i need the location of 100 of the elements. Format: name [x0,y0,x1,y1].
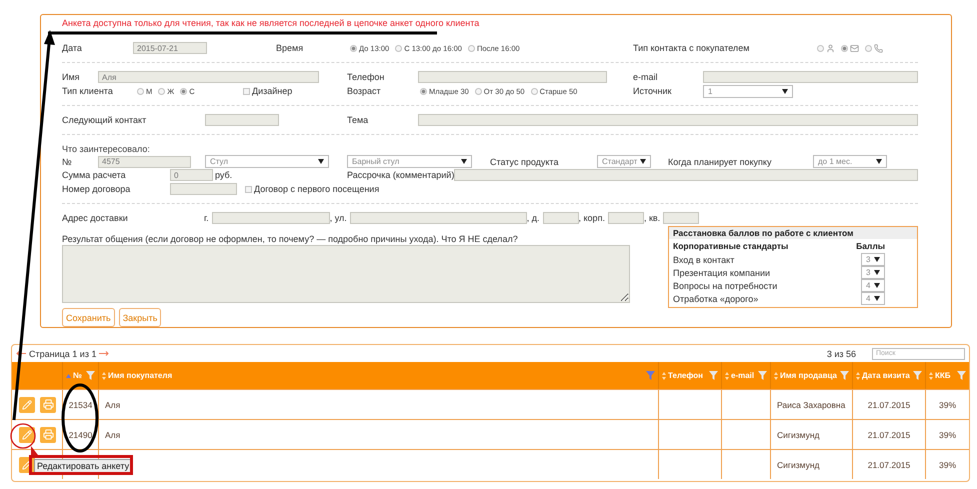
table-cell: 21.07.2015 [852,389,925,419]
text-field[interactable] [703,71,918,83]
person-icon [826,44,835,52]
radio-button[interactable] [158,88,166,94]
table-cell: Аля [98,389,658,419]
radio-button[interactable] [468,44,475,52]
dropdown[interactable]: 4 [861,292,885,305]
field-label: № [62,156,72,166]
field-label: Вход в контакт [673,254,734,264]
tooltip: Редактировать анкету [34,459,132,473]
field-label: Источник [633,86,672,96]
column-heading: Корпоративные стандарты [673,241,788,251]
sort-icon[interactable] [725,372,729,380]
radio-button[interactable] [865,44,872,52]
phone-icon [874,44,883,52]
filter-icon[interactable] [758,371,767,380]
dropdown-arrow-icon [640,159,646,164]
checkbox[interactable] [245,186,252,192]
sort-icon[interactable] [662,372,666,380]
dropdown[interactable]: 1 [703,84,793,98]
scores-title: Расстановка баллов по работе с клиентом [673,228,854,238]
text-field[interactable] [454,169,918,181]
result-text-area[interactable] [62,245,630,303]
column-header[interactable]: Телефон [658,362,721,389]
dropdown-arrow-icon [876,159,882,164]
text-field[interactable] [418,114,918,126]
table-cell: 21534 [62,389,98,419]
table-cell [658,389,721,419]
sort-icon[interactable] [856,372,860,380]
page-indicator: Страница 1 из 1 [29,348,96,358]
radio-button[interactable] [420,88,427,94]
filter-icon[interactable] [840,371,849,380]
column-header[interactable]: № [62,362,98,389]
table-cell: Сигизмунд [770,419,852,449]
field-label: , кв. [644,212,660,222]
field-label: Вопросы на потребности [673,280,778,290]
radio-button[interactable] [395,44,402,52]
filter-icon[interactable] [957,371,966,380]
field-label: руб. [215,170,232,180]
field-label: , д. [526,212,540,222]
column-header[interactable]: Дата визита [852,362,925,389]
sort-icon[interactable] [774,372,778,380]
radio-button[interactable] [841,44,848,52]
field-label: e-mail [633,72,658,82]
text-field[interactable] [205,114,279,126]
field-label: Дизайнер [252,86,292,96]
dropdown[interactable]: 4 [861,279,885,292]
table-cell: Раиса Захаровна [770,389,852,419]
edit-button[interactable] [19,426,35,442]
field-label: , ул. [330,212,347,222]
dropdown[interactable]: Стул [205,155,329,168]
text-field[interactable] [350,212,527,224]
field-label: Договор с первого посещения [254,184,380,194]
text-field[interactable]: Аля [98,71,319,83]
radio-button[interactable] [530,88,538,94]
column-header[interactable]: ККБ [925,362,969,389]
column-header[interactable]: e-mail [721,362,770,389]
sort-icon[interactable] [929,372,933,380]
text-field[interactable] [170,183,237,195]
text-field[interactable]: 4575 [98,156,191,168]
dropdown[interactable]: до 1 мес. [813,155,887,168]
radio-button[interactable] [180,88,188,94]
field-label: Когда планирует покупку [668,156,772,166]
sort-icon[interactable] [102,372,106,380]
text-field[interactable] [212,212,330,224]
text-field[interactable] [608,212,644,224]
sort-ascending-icon[interactable] [66,374,71,378]
field-label: Имя [62,72,80,82]
printer-icon [42,429,54,440]
close-button[interactable]: Закрыть [118,308,162,327]
dropdown[interactable]: 3 [861,266,885,279]
dropdown[interactable]: Стандарт [597,155,651,168]
arrow-right-icon[interactable] [99,351,110,356]
radio-button[interactable] [350,44,357,52]
text-field[interactable]: 2015-07-21 [133,42,207,54]
radio-button[interactable] [474,88,482,94]
text-field[interactable] [418,71,607,83]
column-header[interactable]: Имя покупателя [98,362,658,389]
field-label: Тема [347,115,368,125]
field-label: г. [204,212,209,222]
checkbox[interactable] [243,88,250,94]
column-header[interactable]: Имя продавца [770,362,852,389]
filter-icon[interactable] [86,371,95,380]
print-button[interactable] [40,426,56,442]
text-field[interactable] [663,212,700,224]
text-field[interactable] [542,212,579,224]
filter-icon[interactable] [913,371,922,380]
radio-button[interactable] [137,88,144,94]
field-label: Рассрочка (комментарий) [347,170,454,180]
dropdown[interactable]: 3 [861,253,885,266]
text-field[interactable]: 0 [170,169,213,181]
save-button[interactable]: Сохранить [62,308,115,327]
dropdown[interactable]: Барный стул [347,155,472,168]
annotation-circle [10,423,38,455]
filter-icon[interactable] [709,371,718,380]
table-cell [721,419,770,449]
print-button[interactable] [40,396,56,412]
arrow-left-icon[interactable] [16,351,26,356]
filter-icon[interactable] [646,371,655,380]
radio-button[interactable] [817,44,824,52]
